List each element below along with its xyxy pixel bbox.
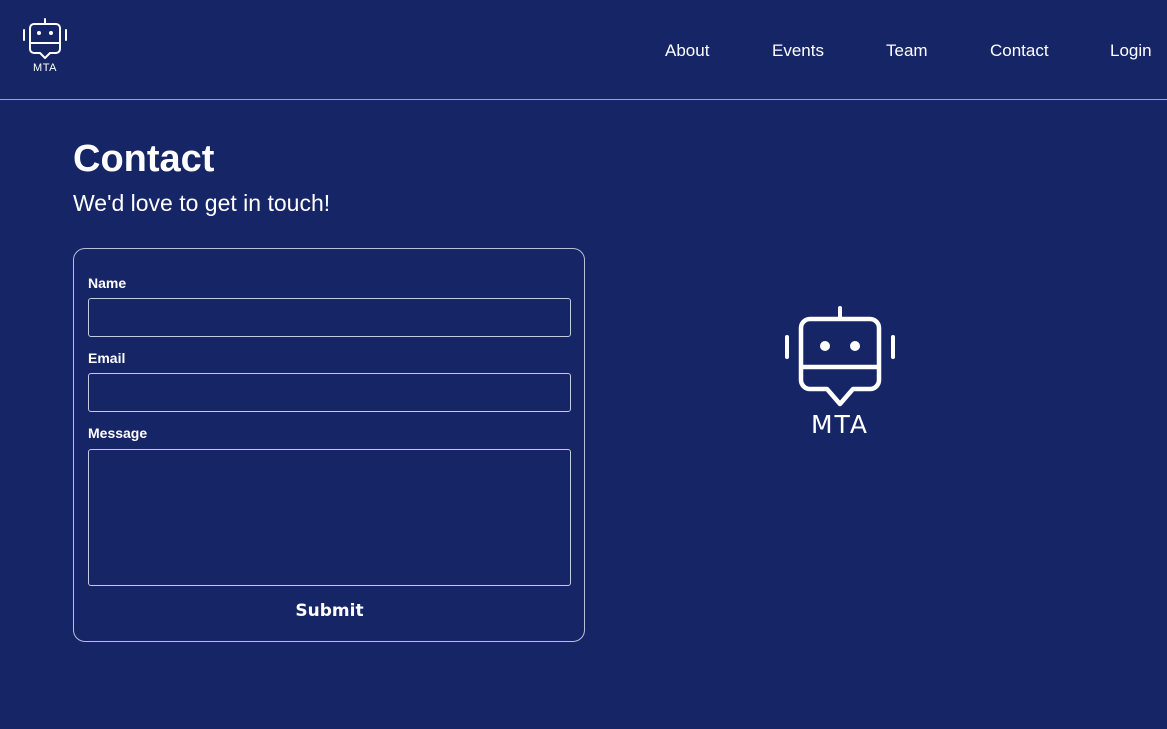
main-nav: About Events Team Contact Login: [0, 41, 1167, 63]
nav-item-about[interactable]: About: [665, 41, 709, 61]
nav-item-events[interactable]: Events: [772, 41, 824, 61]
nav-item-team[interactable]: Team: [886, 41, 928, 61]
robot-chat-icon: [785, 306, 895, 407]
site-header: MTA About Events Team Contact Login: [0, 0, 1167, 100]
brand-logo-large: MTA: [780, 305, 900, 445]
message-field[interactable]: [88, 449, 571, 586]
page-title: Contact: [73, 138, 215, 180]
email-field[interactable]: [88, 373, 571, 412]
contact-form: Name Email Message Submit: [73, 248, 585, 642]
nav-item-login[interactable]: Login: [1110, 41, 1152, 61]
email-label: Email: [88, 350, 126, 366]
message-label: Message: [88, 425, 148, 441]
submit-button[interactable]: Submit: [88, 599, 571, 623]
brand-logo-text: MTA: [33, 62, 57, 74]
page-subtitle: We'd love to get in touch!: [73, 190, 331, 216]
nav-item-contact[interactable]: Contact: [990, 41, 1049, 61]
name-field[interactable]: [88, 298, 571, 337]
brand-logo-large-text: MTA: [810, 410, 869, 439]
name-label: Name: [88, 275, 127, 291]
